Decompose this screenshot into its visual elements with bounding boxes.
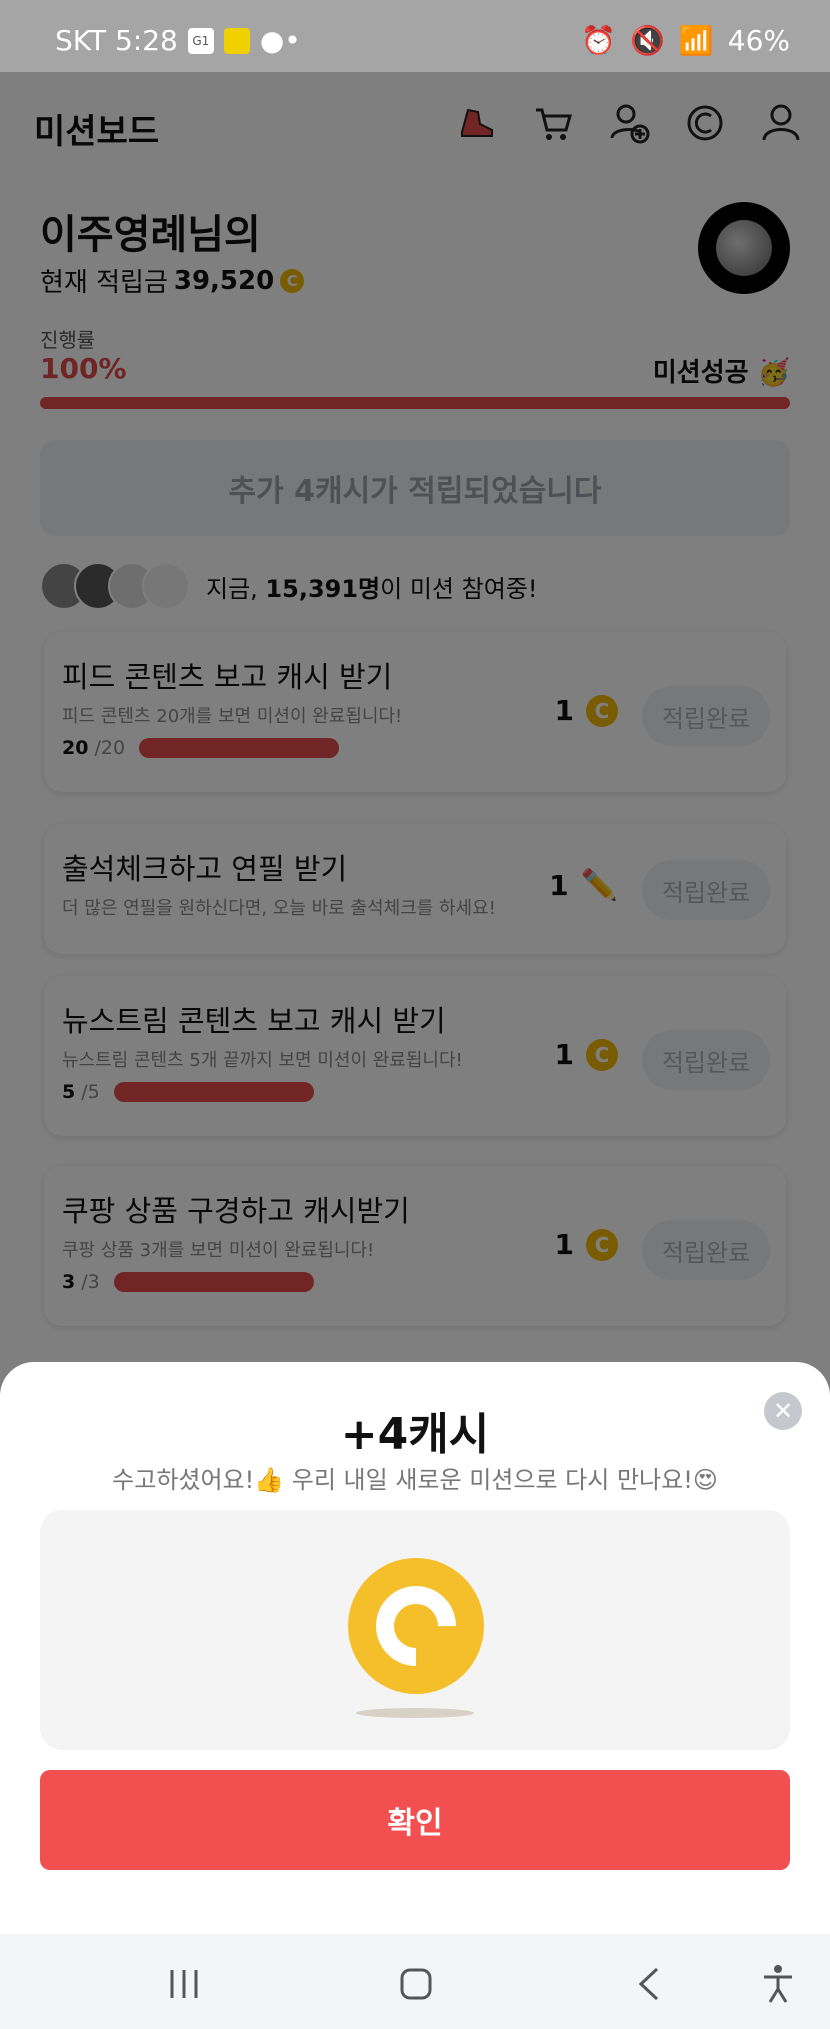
big-coin-icon: [348, 1558, 484, 1694]
wifi-icon: 📶: [678, 24, 714, 57]
notification-icon: G1: [187, 27, 214, 54]
status-bar: SKT 5:28 G1 ●• ⏰ 🔇 📶 46%: [0, 0, 830, 72]
carrier-time: SKT 5:28: [55, 24, 178, 57]
reward-message: 수고하셨어요!👍 우리 내일 새로운 미션으로 다시 만나요!😍: [112, 1466, 718, 1494]
back-icon[interactable]: [628, 1962, 672, 2006]
status-right: ⏰ 🔇 📶 46%: [581, 24, 790, 57]
battery-level: 46%: [727, 24, 790, 57]
system-nav-bar: [0, 1934, 830, 2029]
close-icon[interactable]: ✕: [764, 1392, 802, 1430]
home-icon[interactable]: [394, 1962, 438, 2006]
confirm-button[interactable]: 확인: [40, 1770, 790, 1870]
reward-bottom-sheet: +4캐시 ✕ 수고하셨어요!👍 우리 내일 새로운 미션으로 다시 만나요!😍 …: [0, 1362, 830, 1934]
reward-title: +4캐시: [340, 1409, 490, 1460]
alarm-icon: ⏰: [581, 24, 617, 57]
app-notification-icon: [223, 27, 250, 54]
coin-shadow: [356, 1708, 474, 1718]
mute-icon: 🔇: [630, 24, 665, 57]
accessibility-icon[interactable]: [756, 1962, 800, 2006]
more-notifications-icon: ●•: [259, 24, 301, 57]
recent-apps-icon[interactable]: [162, 1962, 206, 2006]
status-left: SKT 5:28 G1 ●•: [55, 24, 301, 57]
coin-illustration: [40, 1510, 790, 1750]
